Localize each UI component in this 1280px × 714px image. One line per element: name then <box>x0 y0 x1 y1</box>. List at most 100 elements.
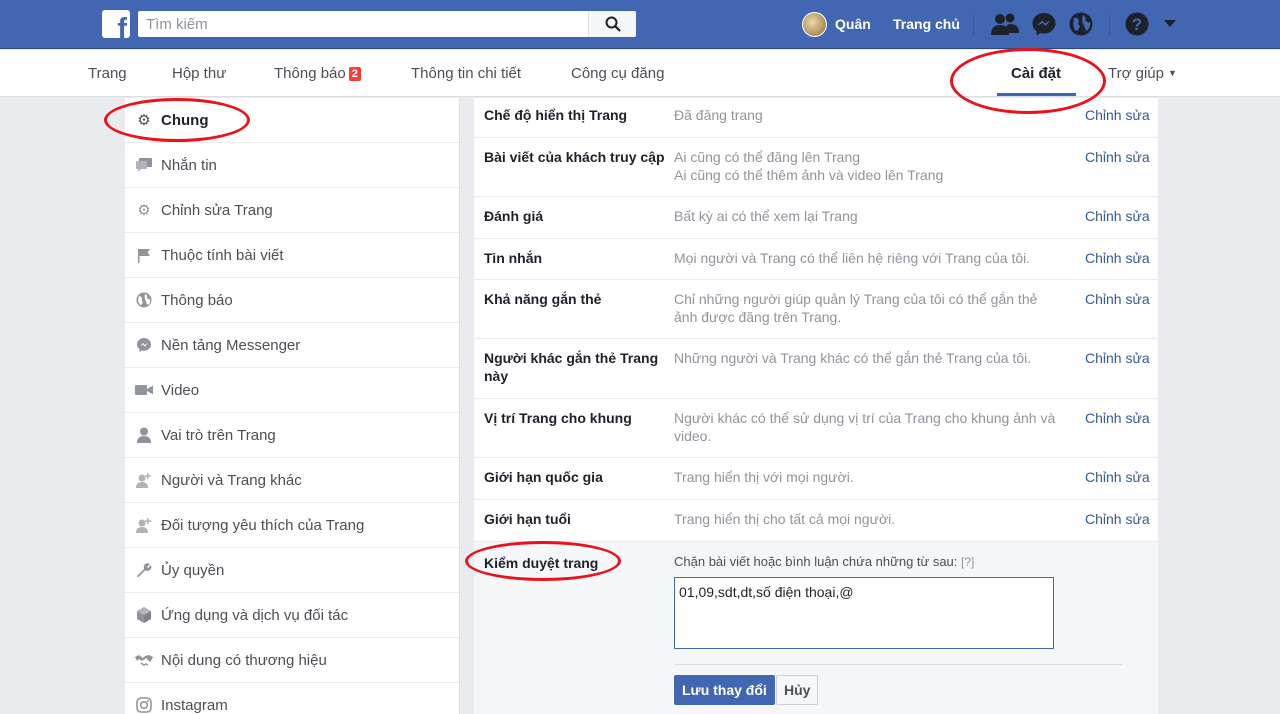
sidebar-item-general[interactable]: ⚙ Chung <box>125 98 459 143</box>
settings-panel: Chế độ hiển thị Trang Đã đăng trang Chỉn… <box>474 98 1158 714</box>
setting-label: Người khác gắn thẻ Trang này <box>484 350 659 384</box>
sidebar-item-branded-content[interactable]: Nội dung có thương hiệu <box>125 638 459 683</box>
sidebar-item-label: Đối tượng yêu thích của Trang <box>161 516 365 534</box>
person-add-icon <box>135 516 153 534</box>
tab-settings[interactable]: Cài đặt <box>1011 65 1061 82</box>
setting-row-others-tagging-page: Người khác gắn thẻ Trang này Những người… <box>474 339 1158 399</box>
edit-link[interactable]: Chỉnh sửa <box>1085 207 1150 225</box>
gear-icon: ⚙ <box>137 112 151 129</box>
tab-notifications-label: Thông báo <box>274 65 346 82</box>
sidebar-item-preferred-audience[interactable]: Đối tượng yêu thích của Trang <box>125 503 459 548</box>
setting-label: Bài viết của khách truy cập <box>484 149 665 165</box>
sidebar-item-messaging[interactable]: Nhắn tin <box>125 143 459 188</box>
setting-label: Tin nhắn <box>484 250 543 266</box>
sidebar-item-label: Nền tảng Messenger <box>161 336 301 354</box>
setting-row-messages: Tin nhắn Mọi người và Trang có thể liên … <box>474 239 1158 280</box>
sidebar-item-label: Instagram <box>161 696 228 714</box>
friends-icon[interactable] <box>991 11 1019 37</box>
help-icon[interactable]: ? <box>1124 11 1150 37</box>
sidebar-item-people-and-other-pages[interactable]: Người và Trang khác <box>125 458 459 503</box>
setting-value: Trang hiển thị cho tất cả mọi người. <box>674 511 896 527</box>
tab-help[interactable]: Trợ giúp ▼ <box>1108 65 1177 82</box>
sidebar-item-label: Chung <box>161 111 209 129</box>
setting-value-line: Ai cũng có thể thêm ảnh và video lên Tra… <box>674 167 944 183</box>
tab-help-label: Trợ giúp <box>1108 65 1164 82</box>
setting-row-age-restrictions: Giới hạn tuổi Trang hiển thị cho tất cả … <box>474 500 1158 542</box>
instagram-icon <box>135 696 153 714</box>
sidebar-item-partner-apps[interactable]: Ứng dụng và dịch vụ đối tác <box>125 593 459 638</box>
flag-icon <box>135 246 153 264</box>
setting-label: Vị trí Trang cho khung <box>484 410 632 426</box>
sidebar-item-edit-page[interactable]: ⚙ Chỉnh sửa Trang <box>125 188 459 233</box>
setting-row-page-location-for-frames: Vị trí Trang cho khung Người khác có thể… <box>474 399 1158 458</box>
setting-value: Những người và Trang khác có thể gắn thẻ… <box>674 350 1032 366</box>
edit-link[interactable]: Chỉnh sửa <box>1085 290 1150 308</box>
tab-notifications[interactable]: Thông báo 2 <box>274 65 361 82</box>
avatar <box>802 11 827 37</box>
sidebar-item-label: Nhắn tin <box>161 156 217 174</box>
edit-link[interactable]: Chỉnh sửa <box>1085 409 1150 427</box>
setting-row-tagging-ability: Khả năng gắn thẻ Chỉ những người giúp qu… <box>474 280 1158 339</box>
edit-link[interactable]: Chỉnh sửa <box>1085 249 1150 267</box>
setting-row-reviews: Đánh giá Bất kỳ ai có thể xem lại Trang … <box>474 197 1158 239</box>
search-input[interactable] <box>138 11 578 37</box>
notification-count-badge: 2 <box>348 67 361 81</box>
globe-icon <box>135 291 153 309</box>
sidebar-item-messenger-platform[interactable]: Nền tảng Messenger <box>125 323 459 368</box>
blocked-words-textarea[interactable]: 01,09,sdt,dt,số điện thoại,@ <box>674 577 1054 649</box>
tab-publishing-tools[interactable]: Công cụ đăng <box>571 65 664 82</box>
setting-row-visitor-posts: Bài viết của khách truy cập Ai cũng có t… <box>474 138 1158 197</box>
moderation-description-text: Chặn bài viết hoặc bình luận chứa những … <box>674 554 958 569</box>
sidebar-item-label: Ứng dụng và dịch vụ đối tác <box>161 606 349 624</box>
facebook-logo-icon[interactable]: f <box>102 10 130 38</box>
sidebar-item-label: Nội dung có thương hiệu <box>161 651 327 669</box>
setting-value: Mọi người và Trang có thể liên hệ riêng … <box>674 250 1031 266</box>
svg-text:?: ? <box>1132 15 1142 34</box>
tab-inbox[interactable]: Hộp thư <box>172 65 226 82</box>
tab-insights[interactable]: Thông tin chi tiết <box>411 65 521 82</box>
tab-page[interactable]: Trang <box>88 65 127 82</box>
search-button[interactable] <box>588 11 636 37</box>
account-menu-caret-icon[interactable] <box>1163 19 1177 29</box>
sidebar-item-video[interactable]: Video <box>125 368 459 413</box>
setting-label: Chế độ hiển thị Trang <box>484 107 628 123</box>
sidebar-item-label: Vai trò trên Trang <box>161 426 276 444</box>
settings-sidebar: ⚙ Chung Nhắn tin ⚙ Chỉnh sửa Trang Thuộc… <box>125 98 460 714</box>
setting-label: Giới hạn quốc gia <box>484 469 603 485</box>
divider <box>674 664 1122 665</box>
edit-link[interactable]: Chỉnh sửa <box>1085 349 1150 367</box>
home-link[interactable]: Trang chủ <box>893 16 960 32</box>
setting-label: Kiểm duyệt trang <box>484 555 599 571</box>
setting-value: Bất kỳ ai có thể xem lại Trang <box>674 208 858 224</box>
globe-icon[interactable] <box>1068 11 1094 37</box>
handshake-icon <box>135 651 153 669</box>
cube-icon <box>135 606 153 624</box>
setting-value: Trang hiển thị với mọi người. <box>674 469 854 485</box>
setting-value: Đã đăng trang <box>674 107 763 123</box>
cancel-button[interactable]: Hủy <box>776 675 819 705</box>
sidebar-item-page-roles[interactable]: Vai trò trên Trang <box>125 413 459 458</box>
edit-link[interactable]: Chỉnh sửa <box>1085 510 1150 528</box>
sidebar-item-label: Video <box>161 381 200 399</box>
edit-link[interactable]: Chỉnh sửa <box>1085 468 1150 486</box>
wrench-icon <box>135 561 153 579</box>
setting-label: Đánh giá <box>484 208 544 224</box>
profile-link[interactable]: Quân <box>802 11 871 37</box>
person-icon <box>135 426 153 444</box>
help-link[interactable]: [?] <box>961 555 974 569</box>
setting-value: Chỉ những người giúp quản lý Trang của t… <box>674 291 1038 325</box>
person-add-icon <box>135 471 153 489</box>
setting-row-page-visibility: Chế độ hiển thị Trang Đã đăng trang Chỉn… <box>474 98 1158 138</box>
sidebar-item-authorizations[interactable]: Ủy quyền <box>125 548 459 593</box>
setting-label: Khả năng gắn thẻ <box>484 291 602 307</box>
messenger-icon <box>135 336 153 354</box>
sidebar-item-instagram[interactable]: Instagram <box>125 683 459 714</box>
edit-link[interactable]: Chỉnh sửa <box>1085 148 1150 166</box>
save-changes-button[interactable]: Lưu thay đổi <box>674 675 775 705</box>
sidebar-item-post-attribution[interactable]: Thuộc tính bài viết <box>125 233 459 278</box>
messenger-icon[interactable] <box>1031 11 1057 37</box>
sidebar-item-notifications[interactable]: Thông báo <box>125 278 459 323</box>
setting-value: Ai cũng có thể đăng lên Trang Ai cũng có… <box>674 148 1059 184</box>
video-camera-icon <box>135 381 153 399</box>
edit-link[interactable]: Chỉnh sửa <box>1085 106 1150 124</box>
